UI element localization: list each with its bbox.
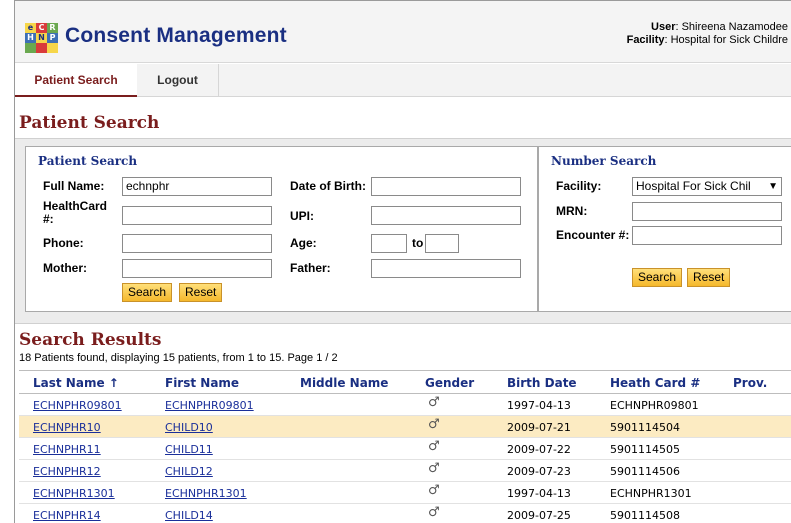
health-card-cell: 5901114505 <box>610 443 680 456</box>
chevron-down-icon: ▼ <box>768 181 778 192</box>
birth-date-cell: 2009-07-23 <box>507 465 571 478</box>
user-label: User <box>651 21 676 33</box>
tab-patient-search[interactable]: Patient Search <box>15 64 137 97</box>
phone-field[interactable] <box>122 234 272 253</box>
logo-letter: N <box>36 33 47 43</box>
last-name-link[interactable]: ECHNPHR10 <box>33 421 101 434</box>
app-frame: e C R H N P Consent Management User: Shi… <box>14 0 791 523</box>
upi-label: UPI: <box>290 209 314 223</box>
logo-letter: H <box>25 33 36 43</box>
male-icon: ♂ <box>428 395 440 410</box>
male-icon: ♂ <box>428 505 440 520</box>
col-health-card[interactable]: Heath Card # <box>610 376 700 390</box>
healthcard-field[interactable] <box>122 206 272 225</box>
patient-search-box: Patient Search Full Name: echnphr Health… <box>25 146 538 312</box>
birth-date-cell: 2009-07-22 <box>507 443 571 456</box>
header: e C R H N P Consent Management User: Shi… <box>15 1 791 63</box>
health-card-cell: 5901114508 <box>610 509 680 522</box>
father-label: Father: <box>290 261 331 275</box>
mother-field[interactable] <box>122 259 272 278</box>
echn-logo: e C R H N P <box>25 23 59 53</box>
last-name-link[interactable]: ECHNPHR14 <box>33 509 101 522</box>
first-name-link[interactable]: CHILD14 <box>165 509 213 522</box>
first-name-link[interactable]: ECHNPHR1301 <box>165 487 247 500</box>
number-reset-button[interactable]: Reset <box>687 268 731 287</box>
birth-date-cell: 2009-07-21 <box>507 421 571 434</box>
mother-label: Mother: <box>43 261 87 275</box>
facility-selected: Hospital For Sick Chil <box>636 179 751 193</box>
health-card-cell: 5901114506 <box>610 465 680 478</box>
user-value: : Shireena Nazamodee <box>675 21 788 33</box>
encounter-label: Encounter #: <box>556 228 630 242</box>
male-icon: ♂ <box>428 461 440 476</box>
health-card-cell: ECHNPHR1301 <box>610 487 692 500</box>
health-card-cell: ECHNPHR09801 <box>610 399 699 412</box>
encounter-field[interactable] <box>632 226 782 245</box>
facility-label: Facility: <box>556 179 602 193</box>
facility-select[interactable]: Hospital For Sick Chil ▼ <box>632 177 782 196</box>
upi-field[interactable] <box>371 206 521 225</box>
col-gender[interactable]: Gender <box>425 376 474 390</box>
first-name-link[interactable]: ECHNPHR09801 <box>165 399 254 412</box>
search-button[interactable]: Search <box>122 283 173 302</box>
nav-bar: Patient Search Logout <box>15 64 791 97</box>
table-row: ECHNPHR12 CHILD12 ♂ 2009-07-23 590111450… <box>19 460 791 482</box>
logo-letter: R <box>47 23 58 33</box>
last-name-link[interactable]: ECHNPHR1301 <box>33 487 115 500</box>
patient-search-title: Patient Search <box>38 154 138 168</box>
table-row: ECHNPHR10 CHILD10 ♂ 2009-07-21 590111450… <box>19 416 791 438</box>
male-icon: ♂ <box>428 483 440 498</box>
first-name-link[interactable]: CHILD12 <box>165 465 213 478</box>
user-info: User: Shireena Nazamodee Facility: Hospi… <box>627 21 788 47</box>
col-last-name[interactable]: Last Name ↑ <box>33 376 119 390</box>
results-title: Search Results <box>19 330 162 350</box>
table-row: ECHNPHR14 CHILD14 ♂ 2009-07-25 590111450… <box>19 504 791 523</box>
table-row: ECHNPHR1301 ECHNPHR1301 ♂ 1997-04-13 ECH… <box>19 482 791 504</box>
tab-logout[interactable]: Logout <box>137 64 219 97</box>
logo-letter: e <box>25 23 36 33</box>
age-from-field[interactable] <box>371 234 407 253</box>
mrn-field[interactable] <box>632 202 782 221</box>
number-search-button[interactable]: Search <box>632 268 683 287</box>
page-title: Patient Search <box>19 113 160 133</box>
facility-value: : Hospital for Sick Childre <box>664 34 789 46</box>
age-to-label: to <box>412 236 424 250</box>
last-name-link[interactable]: ECHNPHR09801 <box>33 399 122 412</box>
age-to-field[interactable] <box>425 234 459 253</box>
full-name-label: Full Name: <box>43 179 105 193</box>
reset-button[interactable]: Reset <box>179 283 223 302</box>
table-row: ECHNPHR09801 ECHNPHR09801 ♂ 1997-04-13 E… <box>19 394 791 416</box>
father-field[interactable] <box>371 259 521 278</box>
logo-letter: P <box>47 33 58 43</box>
col-birth-date[interactable]: Birth Date <box>507 376 577 390</box>
first-name-link[interactable]: CHILD10 <box>165 421 213 434</box>
results-table-header: Last Name ↑ First Name Middle Name Gende… <box>19 370 791 394</box>
birth-date-cell: 2009-07-25 <box>507 509 571 522</box>
full-name-field[interactable]: echnphr <box>122 177 272 196</box>
last-name-link[interactable]: ECHNPHR11 <box>33 443 101 456</box>
birth-date-cell: 1997-04-13 <box>507 487 571 500</box>
table-row: ECHNPHR11 CHILD11 ♂ 2009-07-22 590111450… <box>19 438 791 460</box>
app-title: Consent Management <box>65 24 287 47</box>
col-prov[interactable]: Prov. <box>733 376 767 390</box>
results-summary: 18 Patients found, displaying 15 patient… <box>19 352 338 364</box>
last-name-link[interactable]: ECHNPHR12 <box>33 465 101 478</box>
healthcard-label: HealthCard #: <box>43 199 108 226</box>
col-middle-name[interactable]: Middle Name <box>300 376 388 390</box>
col-first-name[interactable]: First Name <box>165 376 239 390</box>
health-card-cell: 5901114504 <box>610 421 680 434</box>
age-label: Age: <box>290 236 317 250</box>
number-search-title: Number Search <box>551 154 657 168</box>
facility-label: Facility <box>626 34 665 46</box>
male-icon: ♂ <box>428 439 440 454</box>
number-search-box: Number Search Facility: Hospital For Sic… <box>538 146 791 312</box>
dob-label: Date of Birth: <box>290 179 366 193</box>
first-name-link[interactable]: CHILD11 <box>165 443 213 456</box>
logo-letter: C <box>36 23 47 33</box>
male-icon: ♂ <box>428 417 440 432</box>
birth-date-cell: 1997-04-13 <box>507 399 571 412</box>
mrn-label: MRN: <box>556 204 588 218</box>
phone-label: Phone: <box>43 236 84 250</box>
dob-field[interactable] <box>371 177 521 196</box>
